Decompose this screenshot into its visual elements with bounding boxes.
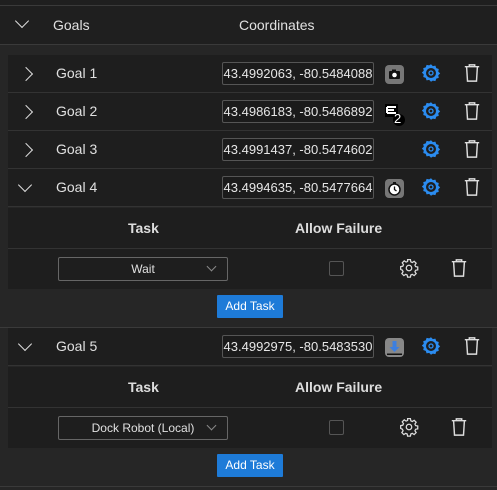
allow-failure-checkbox[interactable]	[329, 420, 344, 435]
allow-failure-checkbox[interactable]	[329, 261, 344, 276]
goal-settings-gear-icon[interactable]	[421, 177, 441, 197]
goal-name: Goal 5	[56, 338, 98, 354]
task-settings-gear-icon[interactable]	[399, 417, 419, 437]
delete-goal-trash-icon[interactable]	[463, 101, 481, 121]
collapse-chevron-icon[interactable]	[17, 336, 33, 352]
task-select[interactable]: Wait	[58, 257, 228, 281]
goal-name: Goal 1	[56, 65, 98, 81]
delete-goal-trash-icon[interactable]	[463, 177, 481, 197]
goal-row[interactable]: Goal 5 43.4992975, -80.5483530	[8, 328, 492, 366]
goal-name: Goal 4	[56, 179, 98, 195]
delete-task-trash-icon[interactable]	[450, 417, 468, 437]
task-column-header: Task	[128, 379, 159, 395]
goals-label: Goals	[53, 17, 90, 33]
expand-chevron-icon[interactable]	[18, 104, 34, 120]
allow-failure-column-header: Allow Failure	[295, 220, 383, 236]
goal-settings-gear-icon[interactable]	[421, 336, 441, 356]
goal-row[interactable]: Goal 1 43.4992063, -80.5484088	[8, 55, 492, 93]
task-select-value: Dock Robot (Local)	[91, 421, 195, 435]
add-task-button[interactable]: Add Task	[217, 454, 283, 477]
task-settings-gear-icon[interactable]	[399, 258, 419, 278]
expand-chevron-icon[interactable]	[18, 66, 34, 82]
collapse-chevron-icon[interactable]	[17, 177, 33, 193]
coordinates-input[interactable]: 43.4994635, -80.5477664	[222, 176, 374, 199]
coordinates-input[interactable]: 43.4992975, -80.5483530	[222, 335, 374, 358]
task-row: Dock Robot (Local)	[8, 408, 492, 448]
add-task-button[interactable]: Add Task	[217, 295, 283, 318]
goal-settings-gear-icon[interactable]	[421, 101, 441, 121]
collapse-all-chevron-icon[interactable]	[14, 13, 30, 29]
task-row: Wait	[8, 249, 492, 289]
task-column-header: Task	[128, 220, 159, 236]
chevron-down-icon	[206, 261, 217, 272]
task-select[interactable]: Dock Robot (Local)	[58, 416, 228, 440]
task-select-value: Wait	[131, 262, 155, 276]
goal-row[interactable]: Goal 4 43.4994635, -80.5477664	[8, 169, 492, 207]
chevron-down-icon	[206, 420, 217, 431]
delete-goal-trash-icon[interactable]	[463, 336, 481, 356]
goal-name: Goal 3	[56, 141, 98, 157]
goal-row[interactable]: Goal 2 43.4986183, -80.5486892 2	[8, 93, 492, 131]
goal-settings-gear-icon[interactable]	[421, 63, 441, 83]
goals-header: Goals Coordinates	[0, 6, 497, 45]
goal-settings-gear-icon[interactable]	[421, 139, 441, 159]
delete-task-trash-icon[interactable]	[450, 258, 468, 278]
delete-goal-trash-icon[interactable]	[463, 63, 481, 83]
timer-icon[interactable]	[385, 179, 404, 198]
coordinates-input[interactable]: 43.4991437, -80.5474602	[222, 138, 374, 161]
floor-badge: 2	[394, 111, 402, 126]
delete-goal-trash-icon[interactable]	[463, 139, 481, 159]
elevator-floor-icon[interactable]: 2	[384, 103, 406, 127]
camera-icon[interactable]	[385, 65, 404, 84]
coordinates-input[interactable]: 43.4986183, -80.5486892	[222, 100, 374, 123]
divider	[0, 486, 497, 487]
coordinates-input[interactable]: 43.4992063, -80.5484088	[222, 62, 374, 85]
goal-row[interactable]: Goal 3 43.4991437, -80.5474602	[8, 131, 492, 169]
goal-name: Goal 2	[56, 103, 98, 119]
task-table-header: Task Allow Failure	[8, 367, 492, 408]
task-table-header: Task Allow Failure	[8, 208, 492, 249]
coordinates-label: Coordinates	[239, 17, 315, 33]
expand-chevron-icon[interactable]	[18, 142, 34, 158]
dock-icon[interactable]	[385, 338, 404, 357]
allow-failure-column-header: Allow Failure	[295, 379, 383, 395]
